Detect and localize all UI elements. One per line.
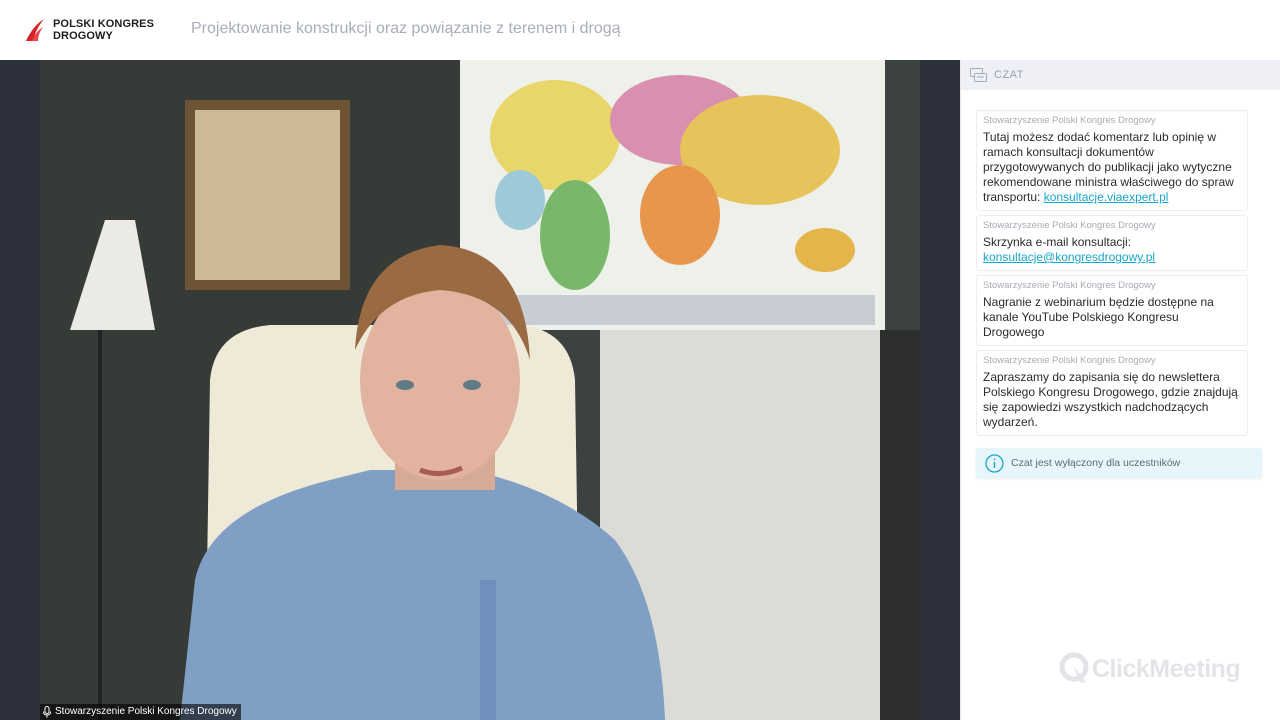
speaker-name: Stowarzyszenie Polski Kongres Drogowy bbox=[55, 706, 237, 717]
consultation-link[interactable]: konsultacje.viaexpert.pl bbox=[1044, 190, 1169, 204]
pkd-logo: POLSKI KONGRES DROGOWY bbox=[24, 18, 154, 42]
speaker-video[interactable] bbox=[40, 60, 920, 720]
chat-icon bbox=[970, 67, 987, 82]
logo-line-2: DROGOWY bbox=[53, 30, 113, 42]
info-icon bbox=[985, 453, 1004, 473]
chat-header: CZAT bbox=[961, 60, 1280, 90]
microphone-icon bbox=[43, 706, 51, 718]
email-link[interactable]: konsultacje@kongresdrogowy.pl bbox=[983, 250, 1155, 264]
chat-message: Stowarzyszenie Polski Kongres Drogowy Sk… bbox=[976, 215, 1248, 271]
chat-message-list: Stowarzyszenie Polski Kongres Drogowy Tu… bbox=[976, 110, 1248, 440]
message-text: Zapraszamy do zapisania się do newslette… bbox=[983, 370, 1238, 429]
message-author: Stowarzyszenie Polski Kongres Drogowy bbox=[983, 220, 1156, 231]
chat-message: Stowarzyszenie Polski Kongres Drogowy Za… bbox=[976, 350, 1248, 436]
message-text: Skrzynka e-mail konsultacji: konsultacje… bbox=[983, 235, 1241, 265]
message-author: Stowarzyszenie Polski Kongres Drogowy bbox=[983, 280, 1156, 291]
clickmeeting-mark-icon bbox=[1059, 652, 1089, 683]
top-bar: POLSKI KONGRES DROGOWY Projektowanie kon… bbox=[0, 0, 1280, 60]
notice-text: Czat jest wyłączony dla uczestników bbox=[1011, 457, 1181, 469]
clickmeeting-logo: ClickMeeting bbox=[1059, 652, 1241, 686]
speaker-name-label: Stowarzyszenie Polski Kongres Drogowy bbox=[40, 704, 241, 720]
logo-line-1: POLSKI KONGRES bbox=[53, 18, 155, 30]
message-text: Nagranie z webinarium będzie dostępne na… bbox=[983, 295, 1214, 339]
chat-disabled-notice: Czat jest wyłączony dla uczestników bbox=[976, 448, 1262, 478]
chat-message: Stowarzyszenie Polski Kongres Drogowy Tu… bbox=[976, 110, 1248, 211]
chat-message: Stowarzyszenie Polski Kongres Drogowy Na… bbox=[976, 275, 1248, 346]
video-stage: Stowarzyszenie Polski Kongres Drogowy bbox=[0, 60, 960, 720]
message-author: Stowarzyszenie Polski Kongres Drogowy bbox=[983, 115, 1156, 126]
chat-panel: CZAT Stowarzyszenie Polski Kongres Drogo… bbox=[960, 60, 1280, 720]
pkd-logo-mark-icon bbox=[26, 19, 44, 41]
message-text: Tutaj możesz dodać komentarz lub opinię … bbox=[983, 130, 1241, 205]
message-body: Skrzynka e-mail konsultacji: bbox=[983, 235, 1132, 249]
video-frame-illustration bbox=[40, 60, 920, 720]
page-title: Projektowanie konstrukcji oraz powiązani… bbox=[191, 20, 621, 37]
clickmeeting-wordmark: ClickMeeting bbox=[1092, 654, 1241, 683]
logo-text: POLSKI KONGRES DROGOWY bbox=[53, 18, 154, 42]
message-author: Stowarzyszenie Polski Kongres Drogowy bbox=[983, 355, 1156, 366]
chat-header-label: CZAT bbox=[994, 69, 1024, 81]
